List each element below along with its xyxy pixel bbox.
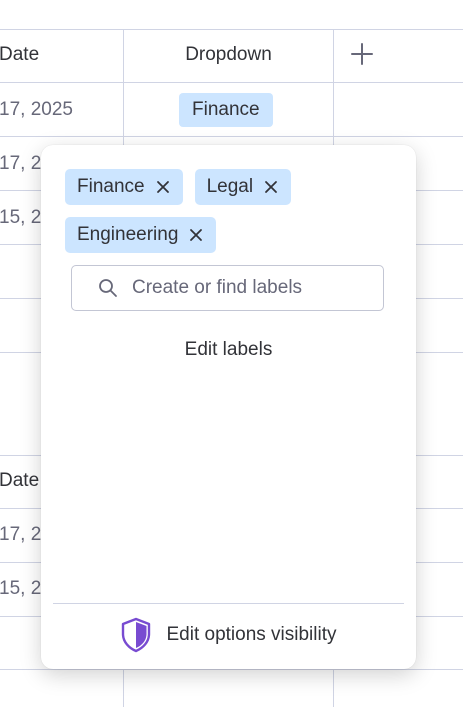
date-cell[interactable]: 17, 2 [0, 523, 41, 547]
edit-labels-button[interactable]: Edit labels [41, 338, 416, 362]
row-divider [0, 82, 463, 83]
close-icon[interactable] [155, 179, 171, 195]
add-column-button[interactable] [334, 30, 390, 82]
row-divider [0, 669, 463, 670]
column-header-date[interactable]: Date [0, 43, 39, 67]
close-icon[interactable] [188, 227, 204, 243]
edit-options-visibility-label: Edit options visibility [166, 624, 337, 645]
label-picker-popup: Finance Legal Engineering Edit lab [41, 145, 416, 669]
column-header-date[interactable]: Date [0, 469, 39, 493]
selected-label-chip[interactable]: Finance [65, 169, 183, 205]
date-cell[interactable]: 17, 2025 [0, 98, 73, 122]
row-divider [0, 136, 463, 137]
plus-icon [351, 42, 373, 70]
label-search-box[interactable] [71, 265, 384, 311]
row-divider [0, 29, 463, 30]
selected-label-chip[interactable]: Legal [194, 169, 292, 205]
selected-labels: Finance Legal Engineering [65, 169, 395, 253]
date-cell[interactable]: 17, 2 [0, 152, 41, 176]
chip-label: Engineering [77, 224, 179, 245]
shield-icon [120, 617, 152, 653]
chip-label: Finance [77, 176, 145, 197]
close-icon[interactable] [263, 179, 279, 195]
edit-options-visibility-button[interactable]: Edit options visibility [41, 615, 416, 655]
divider [53, 603, 404, 604]
dropdown-cell-tag[interactable]: Finance [179, 93, 273, 127]
date-cell[interactable]: 15, 2 [0, 206, 41, 230]
search-icon [98, 278, 118, 298]
selected-label-chip[interactable]: Engineering [65, 217, 217, 253]
column-header-dropdown[interactable]: Dropdown [124, 43, 333, 67]
date-cell[interactable]: 15, 2 [0, 577, 41, 601]
chip-label: Legal [206, 176, 254, 197]
label-search-input[interactable] [132, 277, 362, 299]
